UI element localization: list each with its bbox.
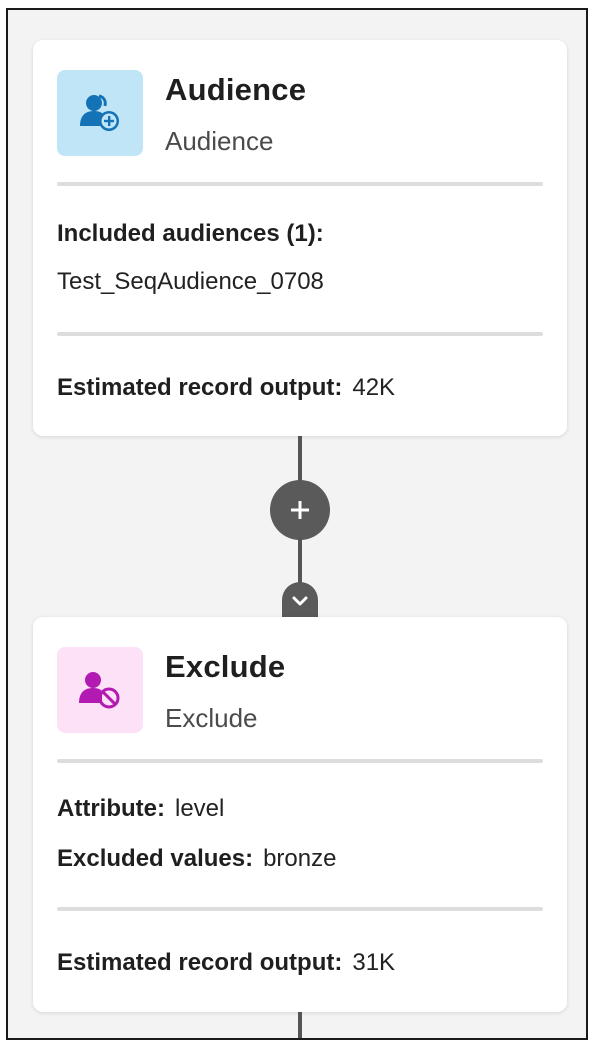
divider	[57, 182, 543, 186]
estimated-output-label: Estimated record output:	[57, 374, 343, 401]
exclude-node-title: Exclude	[165, 649, 286, 684]
divider	[57, 907, 543, 911]
included-audience-value: Test_SeqAudience_0708	[57, 268, 324, 295]
plus-icon	[291, 501, 309, 519]
chevron-down-icon	[292, 596, 308, 606]
estimated-output-value: 42K	[352, 374, 396, 401]
workflow-canvas: Audience Audience Included audiences (1)…	[6, 8, 588, 1040]
connector-line	[298, 538, 302, 584]
attribute-row: Attribute: level	[57, 795, 224, 823]
audience-add-icon	[57, 70, 143, 156]
estimated-output-label: Estimated record output:	[57, 949, 343, 976]
audience-node-title: Audience	[165, 72, 307, 107]
attribute-label: Attribute:	[57, 795, 165, 822]
included-audiences-row: Included audiences (1):	[57, 220, 324, 248]
connector-line	[298, 1012, 302, 1038]
attribute-value: level	[174, 795, 225, 822]
excluded-values-value: bronze	[263, 845, 337, 872]
excluded-values-label: Excluded values:	[57, 845, 254, 872]
estimated-output-value: 31K	[352, 949, 396, 976]
collapse-toggle-button[interactable]	[282, 582, 318, 618]
connector-line	[298, 436, 302, 484]
add-node-button[interactable]	[270, 480, 330, 540]
audience-exclude-icon	[57, 647, 143, 733]
excluded-values-row: Excluded values: bronze	[57, 845, 336, 873]
divider	[57, 332, 543, 336]
audience-node-card[interactable]: Audience Audience Included audiences (1)…	[33, 40, 567, 436]
estimated-output-row: Estimated record output: 42K	[57, 374, 395, 402]
included-audiences-label: Included audiences (1):	[57, 220, 324, 247]
exclude-node-subtitle: Exclude	[165, 703, 258, 733]
exclude-node-card[interactable]: Exclude Exclude Attribute: level Excluded…	[33, 617, 567, 1012]
audience-node-subtitle: Audience	[165, 126, 274, 156]
estimated-output-row: Estimated record output: 31K	[57, 949, 395, 977]
divider	[57, 759, 543, 763]
